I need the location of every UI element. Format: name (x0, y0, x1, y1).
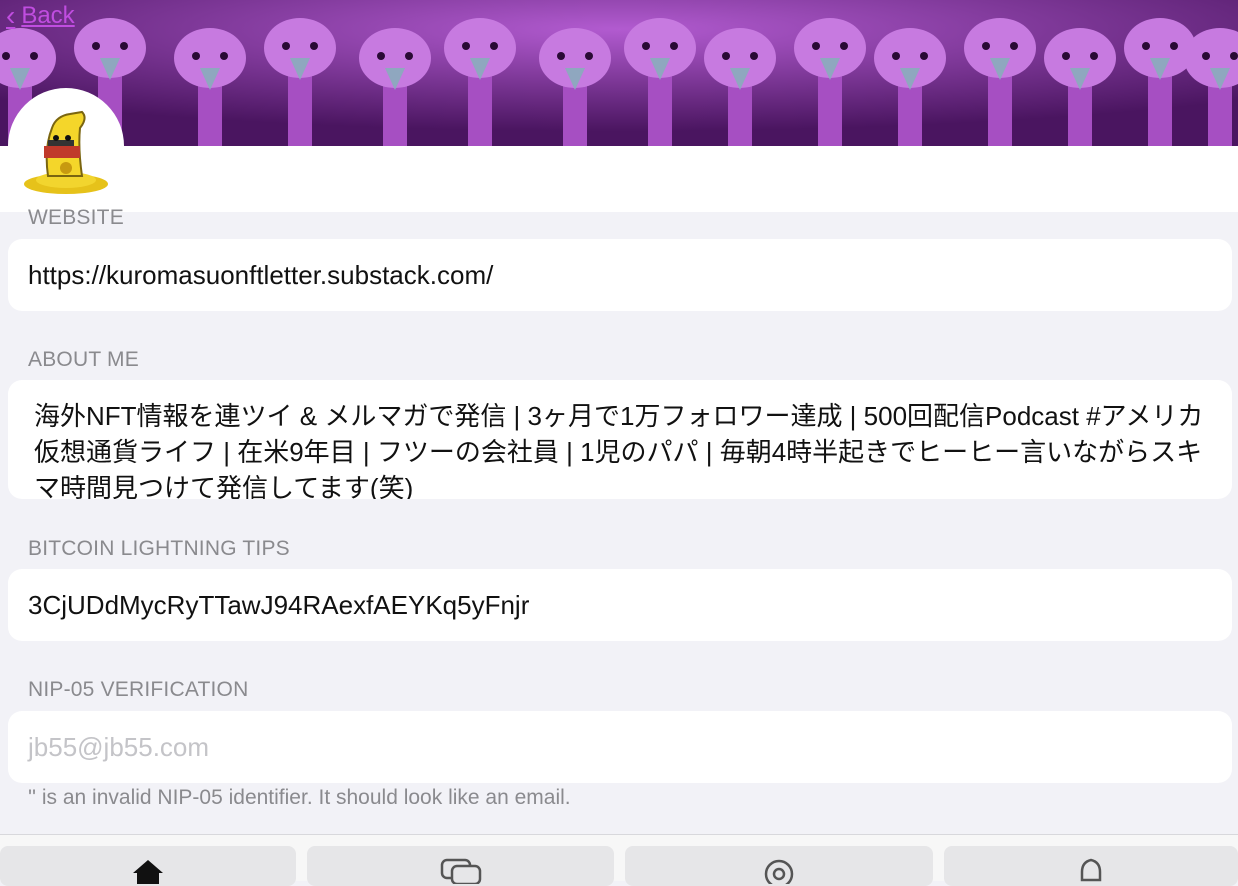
chevron-left-icon: ‹ (6, 0, 16, 31)
nip05-field[interactable]: jb55@jb55.com (8, 711, 1232, 783)
tab-bar (0, 834, 1238, 886)
messages-icon (440, 858, 481, 884)
tab-messages[interactable] (307, 846, 614, 886)
home-icon (133, 860, 163, 884)
nip05-label: NIP-05 VERIFICATION (28, 678, 249, 701)
nip05-hint: '' is an invalid NIP-05 identifier. It s… (28, 786, 571, 809)
lightning-field[interactable]: 3CjUDdMycRyTTawJ94RAexfAEYKq5yFnjr (8, 569, 1232, 641)
ostrich-banner-art (0, 0, 1238, 146)
about-value: 海外NFT情報を連ツイ & メルマガで発信 | 3ヶ月で1万フォロワー達成 | … (34, 401, 1204, 499)
tab-notifications[interactable] (944, 846, 1238, 886)
lightning-value: 3CjUDdMycRyTTawJ94RAexfAEYKq5yFnjr (28, 589, 530, 620)
tab-home[interactable] (0, 846, 296, 886)
profile-header-area (0, 146, 1238, 212)
search-icon (764, 859, 794, 884)
bell-icon (1080, 858, 1102, 882)
back-button[interactable]: ‹ Back (6, 2, 75, 30)
lightning-label: BITCOIN LIGHTNING TIPS (28, 537, 290, 560)
website-label: WEBSITE (28, 206, 124, 229)
profile-banner-image: ‹ Back (0, 0, 1238, 146)
avatar[interactable] (8, 88, 124, 204)
about-label: ABOUT ME (28, 348, 139, 371)
tab-search[interactable] (625, 846, 933, 886)
nip05-placeholder: jb55@jb55.com (28, 731, 210, 762)
back-label: Back (21, 2, 75, 29)
website-value: https://kuromasuonftletter.substack.com/ (28, 259, 494, 290)
avatar-image (24, 110, 108, 194)
about-textarea[interactable]: 海外NFT情報を連ツイ & メルマガで発信 | 3ヶ月で1万フォロワー達成 | … (8, 380, 1232, 499)
website-field[interactable]: https://kuromasuonftletter.substack.com/ (8, 239, 1232, 311)
